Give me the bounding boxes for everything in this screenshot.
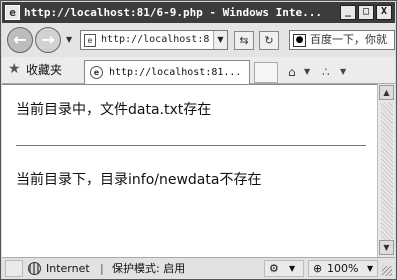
scroll-down-icon[interactable]: ▼ (379, 240, 394, 255)
security-dropdown-icon: ▼ (289, 264, 296, 273)
refresh-button[interactable]: ↻ (259, 31, 279, 50)
status-bar: Internet | 保护模式: 启用 ⚙ ▼ ⊕ 100% ▼ (2, 257, 395, 279)
favorites-button[interactable]: 收藏夹 (26, 57, 62, 84)
protected-mode-status: 保护模式: 启用 (112, 262, 186, 275)
history-dropdown-icon[interactable]: ▼ (66, 35, 72, 44)
title-bar[interactable]: e http://localhost:81/6-9.php - Windows … (2, 2, 395, 23)
zoom-level: 100% (327, 262, 359, 275)
feed-dropdown-icon[interactable]: ▼ (340, 62, 346, 82)
home-icon[interactable]: ⌂ (288, 62, 296, 82)
zoom-button[interactable]: ⊕ 100% ▼ (308, 260, 378, 277)
tab-title: http://localhost:81... (109, 67, 242, 78)
address-input[interactable]: http://localhost:8 (101, 31, 213, 49)
search-box[interactable]: ● 百度一下，你就 (289, 30, 395, 50)
back-button[interactable]: ← (7, 27, 33, 53)
forward-button[interactable]: → (35, 27, 61, 53)
close-button[interactable]: X (376, 5, 392, 20)
rss-feed-icon[interactable]: ∴ (322, 62, 330, 82)
scroll-track[interactable] (381, 102, 393, 240)
dir-status-text: 当前目录下，目录info/newdata不存在 (16, 172, 262, 188)
security-button[interactable]: ⚙ ▼ (264, 260, 304, 277)
security-zone: Internet (46, 262, 90, 275)
address-dropdown-icon[interactable]: ▼ (213, 31, 227, 49)
file-status-text: 当前目录中，文件data.txt存在 (16, 102, 212, 118)
search-input[interactable]: 百度一下，你就 (310, 31, 396, 49)
page-icon: e (84, 34, 96, 47)
ie-app-icon: e (5, 5, 20, 20)
minimize-button[interactable]: _ (340, 5, 356, 20)
internet-globe-icon (28, 262, 41, 275)
navigation-bar: ← → ▼ e http://localhost:8 ▼ ⇆ ↻ ● 百度一下，… (2, 23, 395, 57)
address-bar[interactable]: e http://localhost:8 ▼ (80, 30, 228, 50)
browser-window: e http://localhost:81/6-9.php - Windows … (0, 0, 397, 280)
zoom-dropdown-icon: ▼ (367, 264, 374, 273)
baidu-paw-icon: ● (293, 34, 306, 47)
vertical-scrollbar[interactable]: ▲ ▼ (377, 84, 395, 257)
compatibility-view-icon[interactable]: ⇆ (234, 31, 254, 50)
new-tab-button[interactable] (254, 62, 278, 83)
page-content: 当前目录中，文件data.txt存在 当前目录下，目录info/newdata不… (2, 84, 377, 257)
browser-tab[interactable]: e http://localhost:81... (84, 60, 250, 84)
window-title: http://localhost:81/6-9.php - Windows In… (24, 6, 323, 19)
security-icon: ⚙ (269, 262, 279, 275)
zoom-icon: ⊕ (313, 262, 323, 275)
favorites-bar: ★ 收藏夹 e http://localhost:81... ⌂ ▼ ∴ ▼ (2, 57, 395, 84)
home-dropdown-icon[interactable]: ▼ (304, 62, 310, 82)
favorites-star-icon[interactable]: ★ (8, 61, 21, 77)
tab-page-icon: e (90, 66, 103, 79)
resize-grip-icon[interactable] (382, 266, 392, 276)
status-cell (5, 260, 23, 277)
maximize-button[interactable]: □ (358, 5, 374, 20)
status-divider: | (100, 262, 104, 275)
horizontal-rule (16, 145, 366, 146)
scroll-up-icon[interactable]: ▲ (379, 85, 394, 100)
